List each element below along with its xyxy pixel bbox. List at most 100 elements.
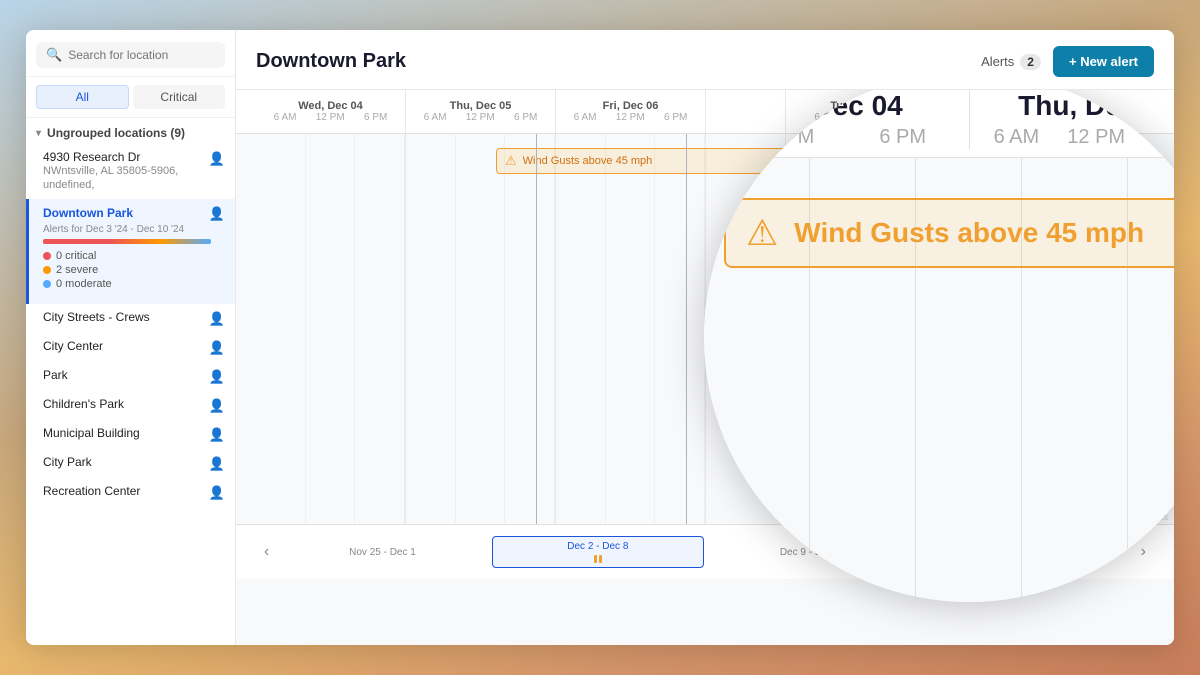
- list-item[interactable]: Children's Park 👤: [26, 391, 235, 420]
- app-container: 🔍 All Critical ▾ Ungrouped locations (9)…: [26, 30, 1174, 645]
- location-item[interactable]: 4930 Research Dr NWntsville, AL 35805-59…: [26, 144, 235, 199]
- person-icon: 👤: [209, 311, 225, 327]
- time-labels: 6 AM 12 PM 6 PM: [564, 112, 697, 123]
- highcharts-credit: Highcharts: [1125, 512, 1168, 522]
- location-name: City Park: [43, 455, 92, 469]
- person-icon: 👤: [209, 456, 225, 472]
- page-title: Downtown Park: [256, 50, 406, 73]
- location-name: City Center: [43, 339, 103, 353]
- grid-hour: [256, 134, 306, 524]
- list-item[interactable]: Municipal Building 👤: [26, 420, 235, 449]
- location-item-downtown-park[interactable]: Downtown Park 👤 Alerts for Dec 3 '24 - D…: [26, 199, 235, 304]
- alerts-count-badge: 2: [1020, 54, 1041, 70]
- list-item[interactable]: City Park 👤: [26, 449, 235, 478]
- moderate-dot: [43, 280, 51, 288]
- grid-hour: [406, 134, 456, 524]
- chart-area: Wed, Dec 04 6 AM 12 PM 6 PM Thu, Dec 05 …: [236, 90, 1174, 645]
- new-alert-button[interactable]: + New alert: [1053, 46, 1154, 77]
- filter-tab-all[interactable]: All: [36, 85, 129, 109]
- time-label: 6 AM: [274, 112, 297, 123]
- alert-date-range: Alerts for Dec 3 '24 - Dec 10 '24: [43, 224, 211, 235]
- grid-hour: [655, 134, 705, 524]
- timeline-header: Wed, Dec 04 6 AM 12 PM 6 PM Thu, Dec 05 …: [236, 90, 1174, 134]
- day-label: Wed, Dec 04: [264, 100, 397, 112]
- mini-week[interactable]: Nov 25 - Dec 1: [277, 543, 487, 562]
- sidebar: 🔍 All Critical ▾ Ungrouped locations (9)…: [26, 30, 236, 645]
- day-col: Thu, Dec 05 6 AM 12 PM 6 PM: [406, 90, 556, 133]
- time-label: 6 PM: [514, 112, 537, 123]
- time-labels: 6 AM 12 PM 6 PM: [264, 112, 397, 123]
- grid-day: [406, 134, 556, 524]
- chevron-down-icon: ▾: [36, 128, 41, 139]
- person-icon: 👤: [209, 340, 225, 356]
- search-input-wrap[interactable]: 🔍: [36, 42, 225, 68]
- grid-hour: [306, 134, 356, 524]
- alert-stat-critical: 0 critical: [43, 250, 211, 262]
- time-label: 12 PM: [616, 112, 645, 123]
- list-item[interactable]: Recreation Center 👤: [26, 478, 235, 507]
- location-sub: NWntsville, AL 35805-5906, undefined,: [43, 164, 209, 193]
- grid-day: [786, 134, 936, 524]
- grid-hour: [456, 134, 506, 524]
- header-right: Alerts 2 + New alert: [981, 46, 1154, 77]
- location-name: City Streets - Crews: [43, 310, 150, 324]
- time-label: 6 AM: [814, 112, 837, 123]
- location-name: Recreation Center: [43, 484, 140, 498]
- grid-day: [256, 134, 406, 524]
- vertical-divider: [986, 134, 987, 524]
- mini-week-active[interactable]: Dec 2 - Dec 8: [492, 536, 704, 568]
- grid-day: [706, 134, 786, 524]
- filter-tab-critical[interactable]: Critical: [133, 85, 226, 109]
- main-header: Downtown Park Alerts 2 + New alert: [236, 30, 1174, 90]
- day-col: [706, 90, 786, 133]
- alert-severity-bar: [43, 239, 211, 244]
- mini-marker: [599, 555, 602, 563]
- list-item[interactable]: City Streets - Crews 👤: [26, 304, 235, 333]
- alert-banner-text: Wind Gusts above 45 mph: [523, 155, 653, 167]
- person-icon: 👤: [209, 427, 225, 443]
- mini-week[interactable]: Dec 9 - Dec 15: [708, 543, 918, 562]
- time-label: 6 AM: [574, 112, 597, 123]
- timeline-prev-button[interactable]: ‹: [256, 539, 277, 565]
- filter-tabs: All Critical: [26, 77, 235, 118]
- grid-hour: [355, 134, 405, 524]
- vertical-divider: [536, 134, 537, 524]
- vertical-divider: [836, 134, 837, 524]
- mini-week[interactable]: Dec 16 ...: [922, 543, 1132, 562]
- warning-icon: ⚠: [505, 153, 517, 169]
- day-col: Wed, Dec 04 6 AM 12 PM 6 PM: [256, 90, 406, 133]
- person-icon: 👤: [209, 369, 225, 385]
- mini-week-label: Dec 2 - Dec 8: [493, 541, 703, 552]
- location-name: 4930 Research Dr: [43, 150, 209, 164]
- time-label: 6 AM: [424, 112, 447, 123]
- mini-week-label: Dec 16 ...: [922, 547, 1132, 558]
- mini-marker: [594, 555, 597, 563]
- person-icon: 👤: [209, 485, 225, 501]
- day-col: Tue, Dec 10 6 AM 12 PM: [786, 90, 936, 133]
- search-input[interactable]: [68, 48, 215, 62]
- alerts-label: Alerts: [981, 54, 1014, 69]
- list-item[interactable]: Park 👤: [26, 362, 235, 391]
- day-label: Thu, Dec 05: [414, 100, 547, 112]
- mini-week-markers: [493, 555, 703, 563]
- time-labels: 6 AM 12 PM: [794, 112, 927, 123]
- grid-day: [556, 134, 706, 524]
- grid-hour: [786, 134, 861, 524]
- time-label: 12 PM: [878, 112, 907, 123]
- time-label: 12 PM: [466, 112, 495, 123]
- day-label: Tue, Dec 10: [794, 100, 927, 112]
- main-content: Downtown Park Alerts 2 + New alert Wed, …: [236, 30, 1174, 645]
- grid-hour: [606, 134, 656, 524]
- location-name: Park: [43, 368, 68, 382]
- timeline-next-button[interactable]: ›: [1133, 539, 1154, 565]
- search-bar: 🔍: [26, 30, 235, 77]
- person-icon: 👤: [209, 151, 225, 167]
- critical-dot: [43, 252, 51, 260]
- chart-grid: [236, 134, 1174, 524]
- group-header[interactable]: ▾ Ungrouped locations (9): [26, 118, 235, 144]
- group-label: Ungrouped locations (9): [47, 126, 185, 140]
- location-name: Children's Park: [43, 397, 124, 411]
- alert-stat-moderate: 0 moderate: [43, 278, 211, 290]
- day-label: Fri, Dec 06: [564, 100, 697, 112]
- list-item[interactable]: City Center 👤: [26, 333, 235, 362]
